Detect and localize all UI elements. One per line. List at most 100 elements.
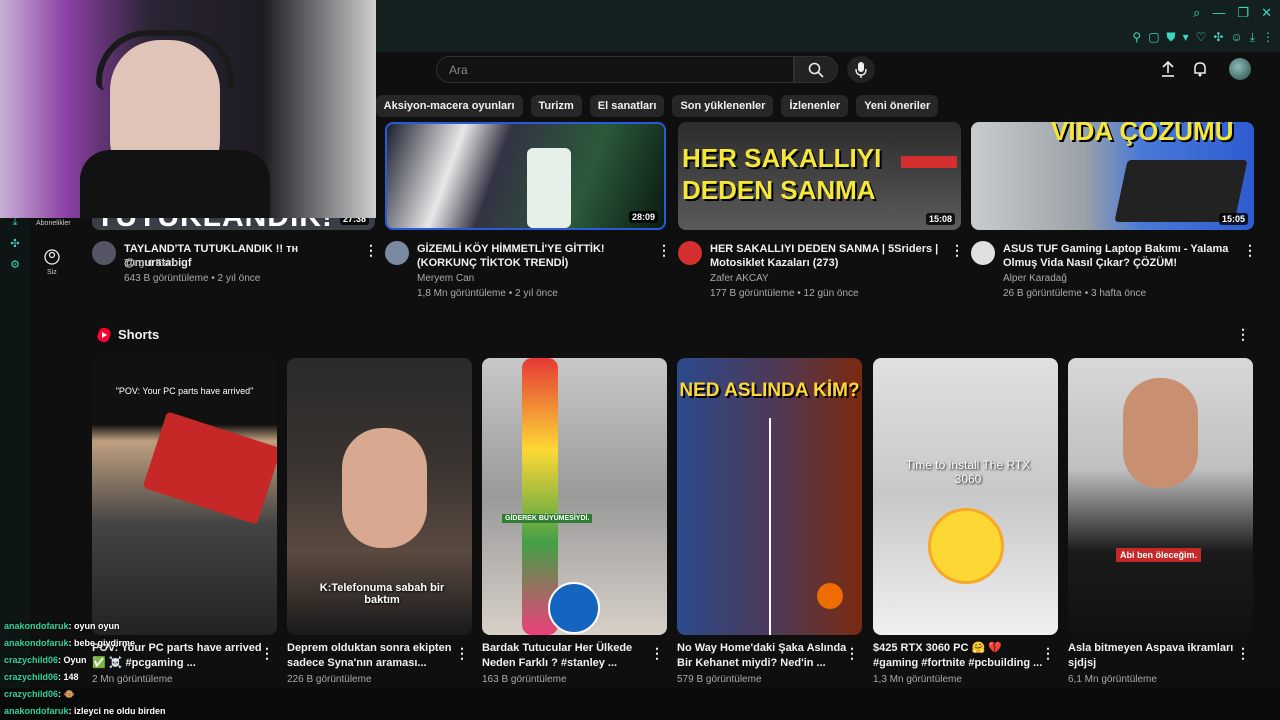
more-options-icon[interactable]: ⋮ bbox=[364, 242, 378, 259]
gpu-box-graphic bbox=[142, 411, 277, 525]
chat-message: anakondofaruk: bebe giydirme bbox=[0, 635, 360, 652]
shield-icon[interactable]: ⛊ bbox=[1167, 30, 1176, 45]
pin-icon[interactable]: ⚲ bbox=[1132, 30, 1141, 45]
short-thumbnail[interactable]: GİDEREK BÜYÜMESİYDİ. bbox=[482, 358, 667, 635]
voice-search-button[interactable] bbox=[847, 56, 875, 83]
channel-name[interactable]: Alper Karadağ bbox=[1003, 271, 1067, 286]
streamer-body bbox=[80, 150, 270, 218]
channel-avatar[interactable] bbox=[678, 241, 702, 265]
puzzle-icon[interactable]: ✣ bbox=[1213, 30, 1223, 45]
subscriptions-label[interactable]: Abonelikler bbox=[36, 220, 71, 227]
chat-username: crazychild06 bbox=[4, 655, 59, 665]
chat-message: anakondofaruk: izleyci ne oldu birden bbox=[0, 703, 360, 720]
settings-gear-icon[interactable]: ⚙ bbox=[0, 258, 30, 271]
upload-icon[interactable] bbox=[1158, 59, 1178, 79]
notifications-bell-icon[interactable] bbox=[1190, 59, 1210, 79]
chat-username: anakondofaruk bbox=[4, 706, 69, 716]
short-meta: 6,1 Mn görüntüleme bbox=[1068, 674, 1157, 685]
menu-icon[interactable]: ⋮ bbox=[1262, 30, 1274, 45]
download-icon[interactable]: ⤓ bbox=[1250, 30, 1255, 45]
chat-text: : oyun oyun bbox=[68, 621, 120, 631]
short-overlay-text: GİDEREK BÜYÜMESİYDİ. bbox=[502, 514, 593, 523]
search-button[interactable] bbox=[794, 56, 838, 83]
channel-avatar[interactable] bbox=[385, 241, 409, 265]
video-meta: 643 B görüntüleme • 2 yıl önce bbox=[124, 273, 261, 284]
short-thumbnail[interactable]: Time to install The RTX 3060 bbox=[873, 358, 1058, 635]
video-title[interactable]: ASUS TUF Gaming Laptop Bakımı - Yalama O… bbox=[1003, 242, 1243, 270]
name-tag bbox=[901, 156, 957, 168]
you-label[interactable]: Siz bbox=[47, 269, 57, 276]
account-avatar[interactable] bbox=[1229, 58, 1251, 80]
more-options-icon[interactable]: ⋮ bbox=[455, 645, 469, 662]
chip[interactable]: El sanatları bbox=[589, 95, 665, 117]
microphone-icon bbox=[855, 61, 867, 78]
short-title[interactable]: No Way Home'daki Şaka Aslında Bir Kehane… bbox=[677, 641, 847, 671]
chat-username: crazychild06 bbox=[4, 672, 59, 682]
short-thumbnail[interactable]: NED ASLINDA KİM? bbox=[677, 358, 862, 635]
channel-name[interactable]: Turgut Ekim bbox=[124, 256, 178, 271]
thumbnail-text: VİDA ÇÖZÜMÜ bbox=[1051, 122, 1234, 146]
chip[interactable]: Yeni öneriler bbox=[856, 95, 939, 117]
chat-text: : 🐵 bbox=[58, 689, 75, 699]
close-icon[interactable]: ✕ bbox=[1261, 5, 1272, 21]
chip[interactable]: Turizm bbox=[530, 95, 582, 117]
video-thumbnail[interactable]: VİDA ÇÖZÜMÜ 15:05 bbox=[971, 122, 1254, 230]
search-icon bbox=[808, 62, 824, 78]
video-thumbnail[interactable]: 28:09 bbox=[385, 122, 666, 230]
video-meta: 1,8 Mn görüntüleme • 2 yıl önce bbox=[417, 288, 558, 299]
short-title[interactable]: Bardak Tutucular Her Ülkede Neden Farklı… bbox=[482, 641, 652, 671]
webcam-overlay bbox=[0, 0, 376, 218]
more-options-icon[interactable]: ⋮ bbox=[950, 242, 964, 259]
extensions-bar: ⚲ ▢ ⛊ ▾ ♡ ✣ ☺ ⤓ ⋮ bbox=[1132, 30, 1274, 45]
short-meta: 1,3 Mn görüntüleme bbox=[873, 674, 962, 685]
minimize-icon[interactable]: — bbox=[1212, 5, 1225, 21]
category-chips: t Aksiyon-macera oyunları Turizm El sana… bbox=[360, 95, 939, 117]
vpn-icon[interactable]: ▾ bbox=[1183, 30, 1189, 45]
restore-icon[interactable]: ❐ bbox=[1237, 5, 1249, 21]
short-thumbnail[interactable]: "POV: Your PC parts have arrived" bbox=[92, 358, 277, 635]
video-thumbnail[interactable]: HER SAKALLIYI DEDEN SANMA 15:08 bbox=[678, 122, 961, 230]
more-options-icon[interactable]: ⋮ bbox=[650, 645, 664, 662]
search-input[interactable]: Ara bbox=[436, 56, 794, 83]
shorts-logo-icon bbox=[97, 327, 111, 348]
video-title[interactable]: HER SAKALLIYI DEDEN SANMA | 5Sriders | M… bbox=[710, 242, 950, 270]
account-icon[interactable]: ☺ bbox=[1230, 30, 1242, 45]
chat-username: anakondofaruk bbox=[4, 638, 69, 648]
channel-avatar[interactable] bbox=[971, 241, 995, 265]
more-options-icon[interactable]: ⋮ bbox=[1236, 645, 1250, 662]
heart-icon[interactable]: ♡ bbox=[1196, 30, 1207, 45]
short-title[interactable]: $425 RTX 3060 PC 🤗 💔 #gaming #fortnite #… bbox=[873, 641, 1043, 671]
pumpkin-graphic bbox=[817, 583, 843, 609]
extension-icon[interactable]: ✣ bbox=[0, 237, 30, 250]
thumbnail-text: HER SAKALLIYI DEDEN SANMA bbox=[682, 143, 882, 205]
short-overlay-text: NED ASLINDA KİM? bbox=[679, 380, 860, 401]
chip[interactable]: Aksiyon-macera oyunları bbox=[375, 95, 523, 117]
chat-message: crazychild06: Oyun bbox=[0, 652, 360, 669]
chat-text: : izleyci ne oldu birden bbox=[68, 706, 166, 716]
channel-name[interactable]: Meryem Can bbox=[417, 271, 474, 286]
short-overlay-text: "POV: Your PC parts have arrived" bbox=[115, 386, 254, 396]
chat-message: crazychild06: 🐵 bbox=[0, 686, 360, 703]
frame-icon[interactable]: ▢ bbox=[1148, 30, 1159, 45]
short-title[interactable]: Asla bitmeyen Aspava ikramları sjdjsj bbox=[1068, 641, 1238, 671]
short-thumbnail[interactable]: Abi ben öleceğim. bbox=[1068, 358, 1253, 635]
laughing-emoji-icon bbox=[928, 508, 1004, 584]
more-options-icon[interactable]: ⋮ bbox=[1243, 242, 1257, 259]
chat-message: crazychild06: 148 bbox=[0, 669, 360, 686]
short-thumbnail[interactable]: K:Telefonuma sabah bir baktım bbox=[287, 358, 472, 635]
channel-avatar[interactable] bbox=[92, 241, 116, 265]
more-options-icon[interactable]: ⋮ bbox=[1041, 645, 1055, 662]
more-options-icon[interactable]: ⋮ bbox=[657, 242, 671, 259]
you-icon[interactable] bbox=[44, 249, 60, 270]
more-options-icon[interactable]: ⋮ bbox=[1236, 326, 1250, 343]
more-options-icon[interactable]: ⋮ bbox=[845, 645, 859, 662]
search-icon[interactable]: ⌕ bbox=[1193, 5, 1200, 21]
chip[interactable]: İzlenenler bbox=[781, 95, 849, 117]
duration-badge: 15:08 bbox=[925, 213, 955, 225]
chip[interactable]: Son yüklenenler bbox=[672, 95, 774, 117]
video-meta: 177 B görüntüleme • 12 gün önce bbox=[710, 288, 859, 299]
short-meta: 163 B görüntüleme bbox=[482, 674, 567, 685]
video-title[interactable]: GİZEMLİ KÖY HİMMETLİ'YE GİTTİK! (KORKUNÇ… bbox=[417, 242, 657, 270]
channel-badge bbox=[548, 582, 600, 634]
channel-name[interactable]: Zafer AKCAY bbox=[710, 271, 769, 286]
